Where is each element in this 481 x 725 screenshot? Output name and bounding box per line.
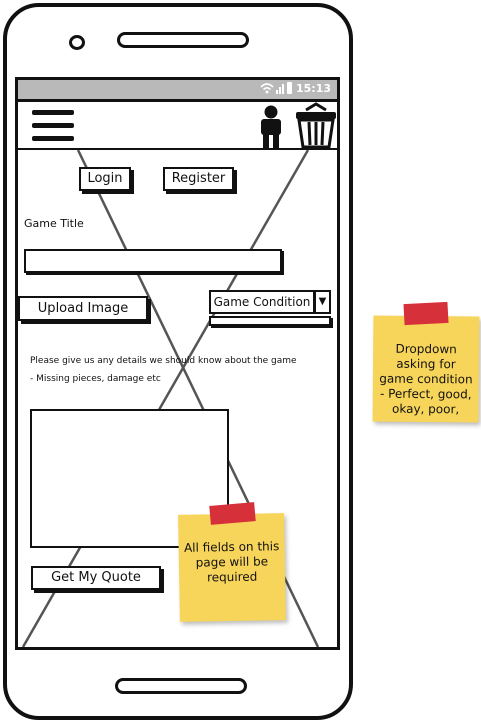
app-header bbox=[18, 99, 337, 150]
camera-icon bbox=[69, 35, 85, 50]
dropdown-selected-value[interactable]: Game Condition bbox=[209, 290, 315, 314]
speaker-grille bbox=[117, 32, 249, 48]
wifi-signal-battery-icon bbox=[260, 82, 292, 94]
home-button[interactable] bbox=[115, 678, 247, 694]
status-time: 15:13 bbox=[295, 82, 331, 95]
dropdown-note: Dropdown asking for game condition - Per… bbox=[372, 315, 480, 423]
tape-strip bbox=[209, 502, 256, 525]
tape-strip bbox=[403, 301, 449, 326]
game-condition-dropdown[interactable]: Game Condition ▼ bbox=[209, 290, 331, 328]
dropdown-list[interactable] bbox=[209, 316, 331, 326]
hamburger-icon[interactable] bbox=[32, 110, 74, 146]
status-bar: 15:13 bbox=[18, 80, 337, 99]
details-hint: - Missing pieces, damage etc bbox=[30, 374, 161, 384]
login-button[interactable]: Login bbox=[79, 167, 131, 191]
basket-icon[interactable] bbox=[292, 102, 340, 150]
game-title-input[interactable] bbox=[24, 249, 282, 273]
get-quote-button[interactable]: Get My Quote bbox=[31, 566, 161, 590]
person-icon[interactable] bbox=[256, 105, 286, 151]
chevron-down-icon[interactable]: ▼ bbox=[314, 290, 331, 314]
game-title-label: Game Title bbox=[24, 217, 84, 230]
status-icons bbox=[259, 81, 293, 98]
required-fields-note: All fields on this page will be required bbox=[178, 513, 286, 622]
dropdown-note-text: Dropdown asking for game condition - Per… bbox=[379, 341, 473, 417]
details-prompt: Please give us any details we should kno… bbox=[30, 356, 297, 366]
required-note-text: All fields on this page will be required bbox=[183, 539, 280, 585]
upload-image-button[interactable]: Upload Image bbox=[18, 296, 148, 321]
register-button[interactable]: Register bbox=[163, 167, 234, 191]
